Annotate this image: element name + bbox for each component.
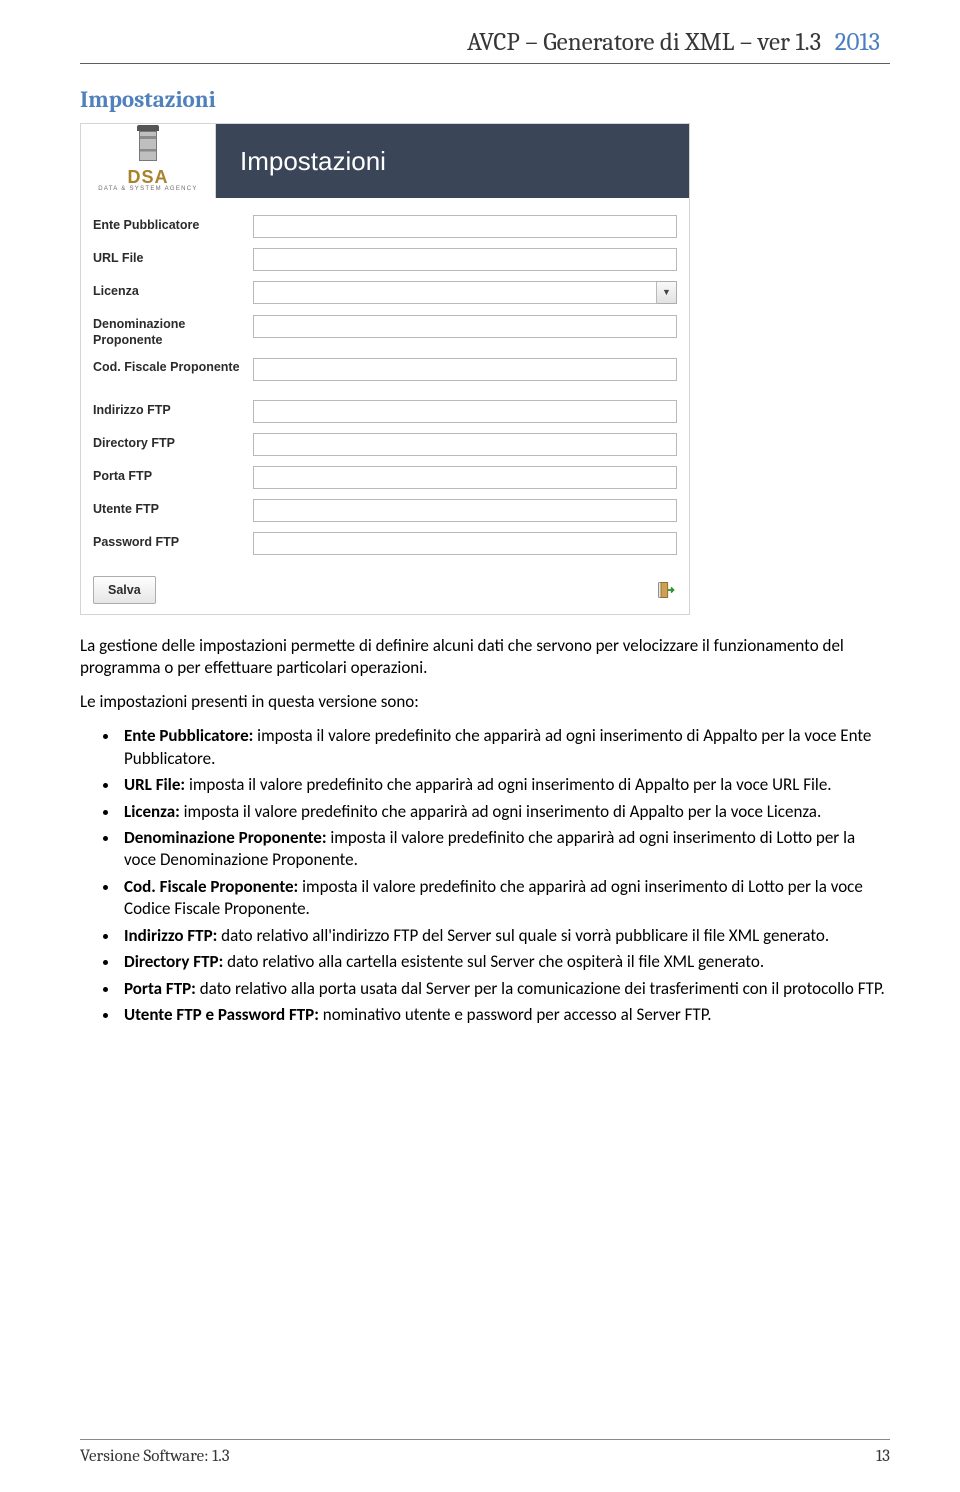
list-item-term: Indirizzo FTP: — [124, 925, 217, 946]
app-topbar: DSA DATA & SYSTEM AGENCY Impostazioni — [81, 124, 689, 198]
list-item-term: Utente FTP e Password FTP: — [124, 1004, 319, 1025]
label-licenza: Licenza — [93, 284, 253, 300]
list-item: Porta FTP: dato relativo alla porta usat… — [120, 978, 890, 1000]
list-item-term: Denominazione Proponente: — [124, 827, 327, 848]
footer-version: Versione Software: 1.3 — [80, 1447, 230, 1466]
field-row-url-file: URL File — [93, 243, 677, 275]
input-utente-ftp[interactable] — [253, 499, 677, 522]
footer-page-number: 13 — [876, 1447, 890, 1466]
label-directory-ftp: Directory FTP — [93, 436, 253, 452]
field-row-password-ftp: Password FTP — [93, 527, 677, 559]
label-password-ftp: Password FTP — [93, 535, 253, 551]
list-item-term: Ente Pubblicatore: — [124, 725, 253, 746]
page-footer: Versione Software: 1.3 13 — [80, 1447, 890, 1466]
input-password-ftp[interactable] — [253, 532, 677, 555]
label-url-file: URL File — [93, 251, 253, 267]
field-row-ente-pubblicatore: Ente Pubblicatore — [93, 210, 677, 242]
list-item-text: dato relativo alla porta usata dal Serve… — [196, 978, 885, 999]
list-item-term: Porta FTP: — [124, 978, 196, 999]
list-item: Ente Pubblicatore: imposta il valore pre… — [120, 725, 890, 770]
list-item-text: dato relativo alla cartella esistente su… — [223, 951, 764, 972]
list-item: URL File: imposta il valore predefinito … — [120, 774, 890, 796]
input-cod-fiscale-proponente[interactable] — [253, 358, 677, 381]
settings-form: Ente Pubblicatore URL File Licenza ▼ Den… — [81, 198, 689, 568]
field-row-denominazione-proponente: Denominazione Proponente — [93, 309, 677, 351]
footer-divider — [80, 1439, 890, 1440]
input-porta-ftp[interactable] — [253, 466, 677, 489]
input-indirizzo-ftp[interactable] — [253, 400, 677, 423]
label-utente-ftp: Utente FTP — [93, 502, 253, 518]
logo-subtext: DATA & SYSTEM AGENCY — [98, 186, 197, 192]
list-item-text: imposta il valore predefinito che appari… — [180, 801, 821, 822]
save-button[interactable]: Salva — [93, 576, 156, 604]
lighthouse-icon — [139, 131, 157, 161]
header-divider — [80, 63, 890, 64]
list-item-text: dato relativo all'indirizzo FTP del Serv… — [217, 925, 829, 946]
definitions-list: Ente Pubblicatore: imposta il valore pre… — [120, 725, 890, 1026]
list-item-term: URL File: — [124, 774, 185, 795]
field-row-cod-fiscale-proponente: Cod. Fiscale Proponente — [93, 352, 677, 394]
field-row-directory-ftp: Directory FTP — [93, 428, 677, 460]
doc-title: AVCP – Generatore di XML – ver 1.3 — [467, 28, 821, 57]
dropdown-button-licenza[interactable]: ▼ — [657, 281, 677, 304]
intro-paragraph-2: Le impostazioni presenti in questa versi… — [80, 691, 890, 713]
list-item: Denominazione Proponente: imposta il val… — [120, 827, 890, 872]
list-item-term: Cod. Fiscale Proponente: — [124, 876, 298, 897]
input-denominazione-proponente[interactable] — [253, 315, 677, 338]
field-row-utente-ftp: Utente FTP — [93, 494, 677, 526]
input-directory-ftp[interactable] — [253, 433, 677, 456]
input-url-file[interactable] — [253, 248, 677, 271]
app-actions: Salva — [81, 568, 689, 614]
list-item: Licenza: imposta il valore predefinito c… — [120, 801, 890, 823]
logo-text: DSA — [98, 168, 197, 186]
label-porta-ftp: Porta FTP — [93, 469, 253, 485]
label-denominazione-proponente: Denominazione Proponente — [93, 315, 253, 348]
doc-year: 2013 — [835, 28, 880, 57]
app-logo: DSA DATA & SYSTEM AGENCY — [81, 124, 216, 198]
list-item: Cod. Fiscale Proponente: imposta il valo… — [120, 876, 890, 921]
label-indirizzo-ftp: Indirizzo FTP — [93, 403, 253, 419]
exit-icon[interactable] — [655, 579, 677, 601]
list-item-text: imposta il valore predefinito che appari… — [185, 774, 831, 795]
app-header: Impostazioni — [216, 124, 689, 198]
document-header: AVCP – Generatore di XML – ver 1.3 2013 — [80, 28, 890, 63]
field-row-indirizzo-ftp: Indirizzo FTP — [93, 395, 677, 427]
settings-window: DSA DATA & SYSTEM AGENCY Impostazioni En… — [80, 123, 690, 615]
field-row-licenza: Licenza ▼ — [93, 276, 677, 308]
label-ente-pubblicatore: Ente Pubblicatore — [93, 218, 253, 234]
list-item: Directory FTP: dato relativo alla cartel… — [120, 951, 890, 973]
app-header-title: Impostazioni — [240, 146, 386, 177]
input-ente-pubblicatore[interactable] — [253, 215, 677, 238]
list-item-term: Licenza: — [124, 801, 180, 822]
label-cod-fiscale-proponente: Cod. Fiscale Proponente — [93, 358, 253, 376]
list-item: Utente FTP e Password FTP: nominativo ut… — [120, 1004, 890, 1026]
list-item-term: Directory FTP: — [124, 951, 223, 972]
input-licenza[interactable] — [253, 281, 657, 304]
list-item-text: nominativo utente e password per accesso… — [319, 1004, 712, 1025]
intro-paragraph-1: La gestione delle impostazioni permette … — [80, 635, 890, 679]
list-item: Indirizzo FTP: dato relativo all'indiriz… — [120, 925, 890, 947]
field-row-porta-ftp: Porta FTP — [93, 461, 677, 493]
section-heading: Impostazioni — [80, 86, 890, 113]
